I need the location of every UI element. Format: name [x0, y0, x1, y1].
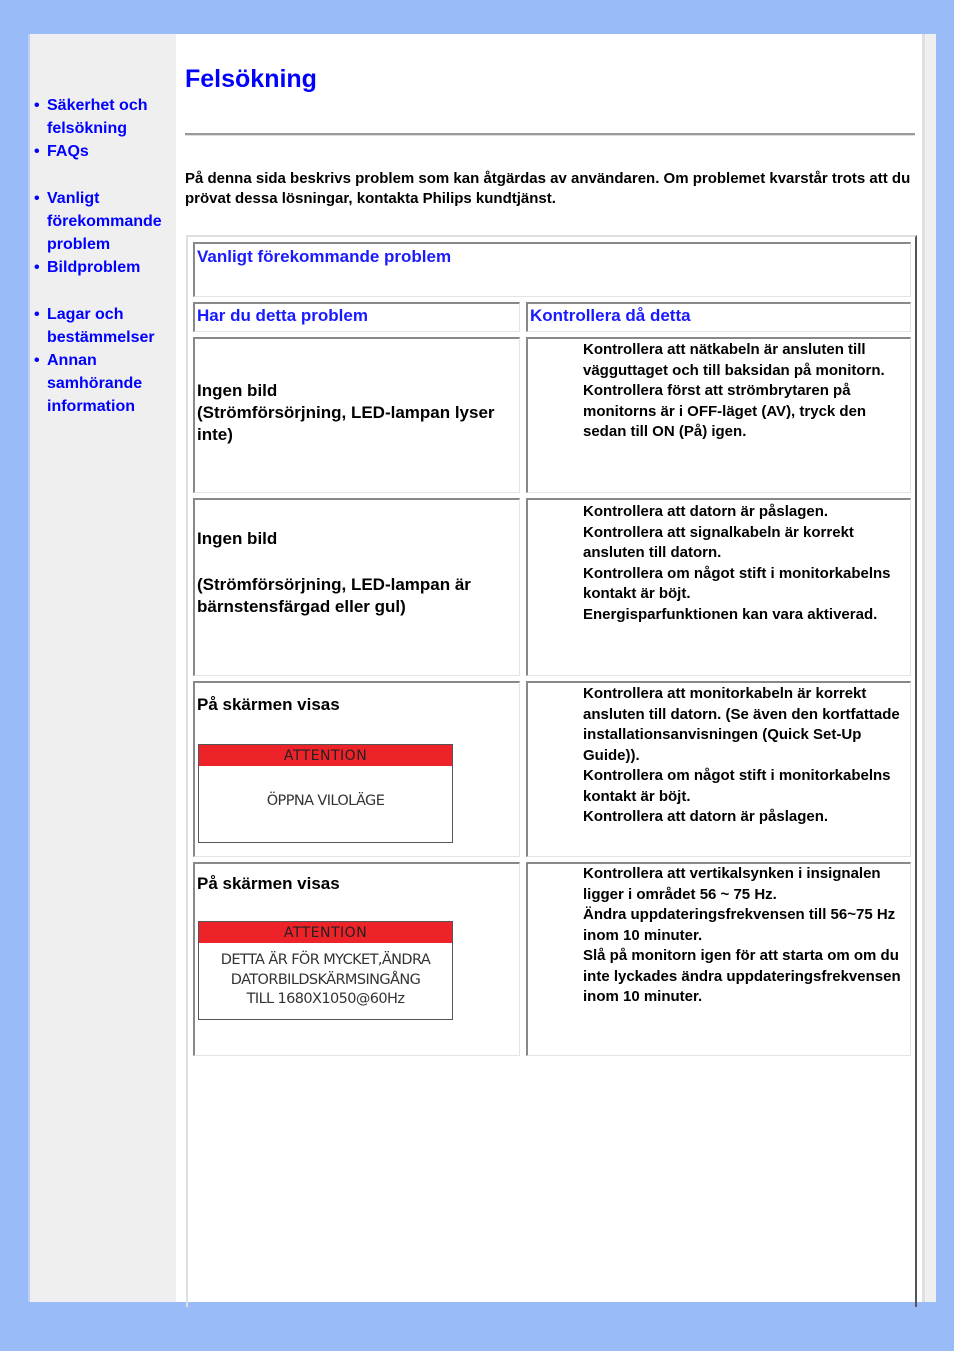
problem-detail: (Strömförsörjning, LED-lampan är bärnste… [197, 575, 471, 616]
check-item: Kontrollera att datorn är påslagen. [583, 808, 829, 825]
check-item: Slå på monitorn igen för att starta om o… [583, 947, 901, 1005]
page-title: Felsökning [185, 65, 317, 93]
table-row-4-check: Kontrollera att vertikalsynken i insigna… [526, 862, 911, 1056]
osd-attention-bar: ATTENTION [199, 922, 452, 943]
scrollbar[interactable] [922, 34, 936, 1302]
problem-title: På skärmen visas [197, 695, 340, 714]
col-header-problem: Har du detta problem [193, 302, 520, 332]
bullet-icon: • [34, 352, 40, 369]
check-item: Ändra uppdateringsfrekvensen till 56~75 … [583, 906, 896, 944]
page-frame: • Säkerhet och felsökning • FAQs • Vanligt … [28, 34, 924, 1307]
check-item: Kontrollera först att strömbrytaren på m… [583, 382, 867, 440]
check-item: Kontrollera att signalkabeln är korrekt … [583, 523, 854, 562]
table-row-4-problem: På skärmen visas ATTENTION DETTA ÄR FÖR … [193, 862, 520, 1056]
section-title-cell: Vanligt förekommande problem [193, 242, 911, 297]
table-row-3-check: Kontrollera att monitorkabeln är korrekt… [526, 681, 911, 857]
sidebar-link[interactable]: Annan samhörande information [47, 352, 142, 415]
check-item: Kontrollera att datorn är påslagen. [583, 503, 829, 520]
section-title: Vanligt förekommande problem [197, 247, 452, 266]
sidebar-nav: • Säkerhet och felsökning • FAQs • Vanligt … [34, 94, 176, 418]
table-row-2-problem: Ingen bild (Strömförsörjning, LED-lampan… [193, 498, 520, 676]
check-item: Energisparfunktionen kan vara aktiverad. [583, 605, 878, 623]
check-item: Kontrollera om något stift i monitorkabe… [583, 767, 891, 805]
osd-message-line: DATORBILDSKÄRMSINGÅNG [230, 971, 421, 988]
divider [185, 133, 915, 136]
sidebar-item-safety[interactable]: • Säkerhet och felsökning [34, 94, 176, 140]
osd-message-line: TILL 1680X1050@60Hz [246, 991, 405, 1007]
bullet-icon: • [34, 143, 40, 160]
sidebar-item-faqs[interactable]: • FAQs [34, 140, 176, 163]
osd-attention-bar: ATTENTION [199, 745, 452, 766]
sidebar-item-image-problems[interactable]: • Bildproblem [34, 256, 176, 279]
check-item: Kontrollera om något stift i monitorkabe… [583, 564, 891, 603]
sidebar-link[interactable]: FAQs [47, 143, 89, 160]
check-item: Kontrollera att nätkabeln är ansluten ti… [583, 341, 885, 379]
sidebar-item-regulations[interactable]: • Lagar och bestämmelser [34, 303, 176, 349]
col-header-check-label: Kontrollera då detta [530, 306, 691, 325]
check-item: Kontrollera att monitorkabeln är korrekt… [583, 685, 900, 764]
troubleshooting-table: Vanligt förekommande problem Har du dett… [186, 235, 917, 1307]
col-header-problem-label: Har du detta problem [197, 306, 368, 325]
osd-message-box: ATTENTION ÖPPNA VILOLÄGE [198, 744, 453, 843]
sidebar-item-other-info[interactable]: • Annan samhörande information [34, 349, 176, 418]
osd-message-box: ATTENTION DETTA ÄR FÖR MYCKET,ÄNDRA DATO… [198, 921, 453, 1020]
osd-message-line: DETTA ÄR FÖR MYCKET,ÄNDRA [220, 952, 431, 968]
bullet-icon: • [34, 97, 40, 114]
table-row-2-check: Kontrollera att datorn är påslagen. Kont… [526, 498, 911, 676]
problem-title: Ingen bild [197, 529, 278, 548]
bullet-icon: • [34, 306, 40, 323]
sidebar-link[interactable]: Bildproblem [47, 259, 140, 276]
table-row-1-check: Kontrollera att nätkabeln är ansluten ti… [526, 337, 911, 493]
osd-message: ÖPPNA VILOLÄGE [266, 793, 385, 809]
bullet-icon: • [34, 259, 40, 276]
intro-text: På denna sida beskrivs problem som kan å… [185, 170, 911, 207]
col-header-check: Kontrollera då detta [526, 302, 911, 332]
table-row-1-problem: Ingen bild (Strömförsörjning, LED-lampan… [193, 337, 520, 493]
sidebar-item-common-problems[interactable]: • Vanligt förekommande problem [34, 187, 176, 256]
problem-detail: (Strömförsörjning, LED-lampan lyser inte… [197, 403, 495, 444]
table-row-3-problem: På skärmen visas ATTENTION ÖPPNA VILOLÄG… [193, 681, 520, 857]
problem-title: Ingen bild [197, 381, 278, 400]
sidebar-link[interactable]: Lagar och bestämmelser [47, 306, 155, 346]
check-item: Kontrollera att vertikalsynken i insigna… [583, 865, 881, 903]
sidebar: • Säkerhet och felsökning • FAQs • Vanligt … [30, 34, 176, 1302]
sidebar-link[interactable]: Vanligt förekommande problem [47, 190, 162, 253]
sidebar-link[interactable]: Säkerhet och felsökning [47, 97, 147, 137]
main-content: Felsökning På denna sida beskrivs proble… [185, 34, 917, 1307]
bullet-icon: • [34, 190, 40, 207]
problem-title: På skärmen visas [197, 874, 340, 893]
